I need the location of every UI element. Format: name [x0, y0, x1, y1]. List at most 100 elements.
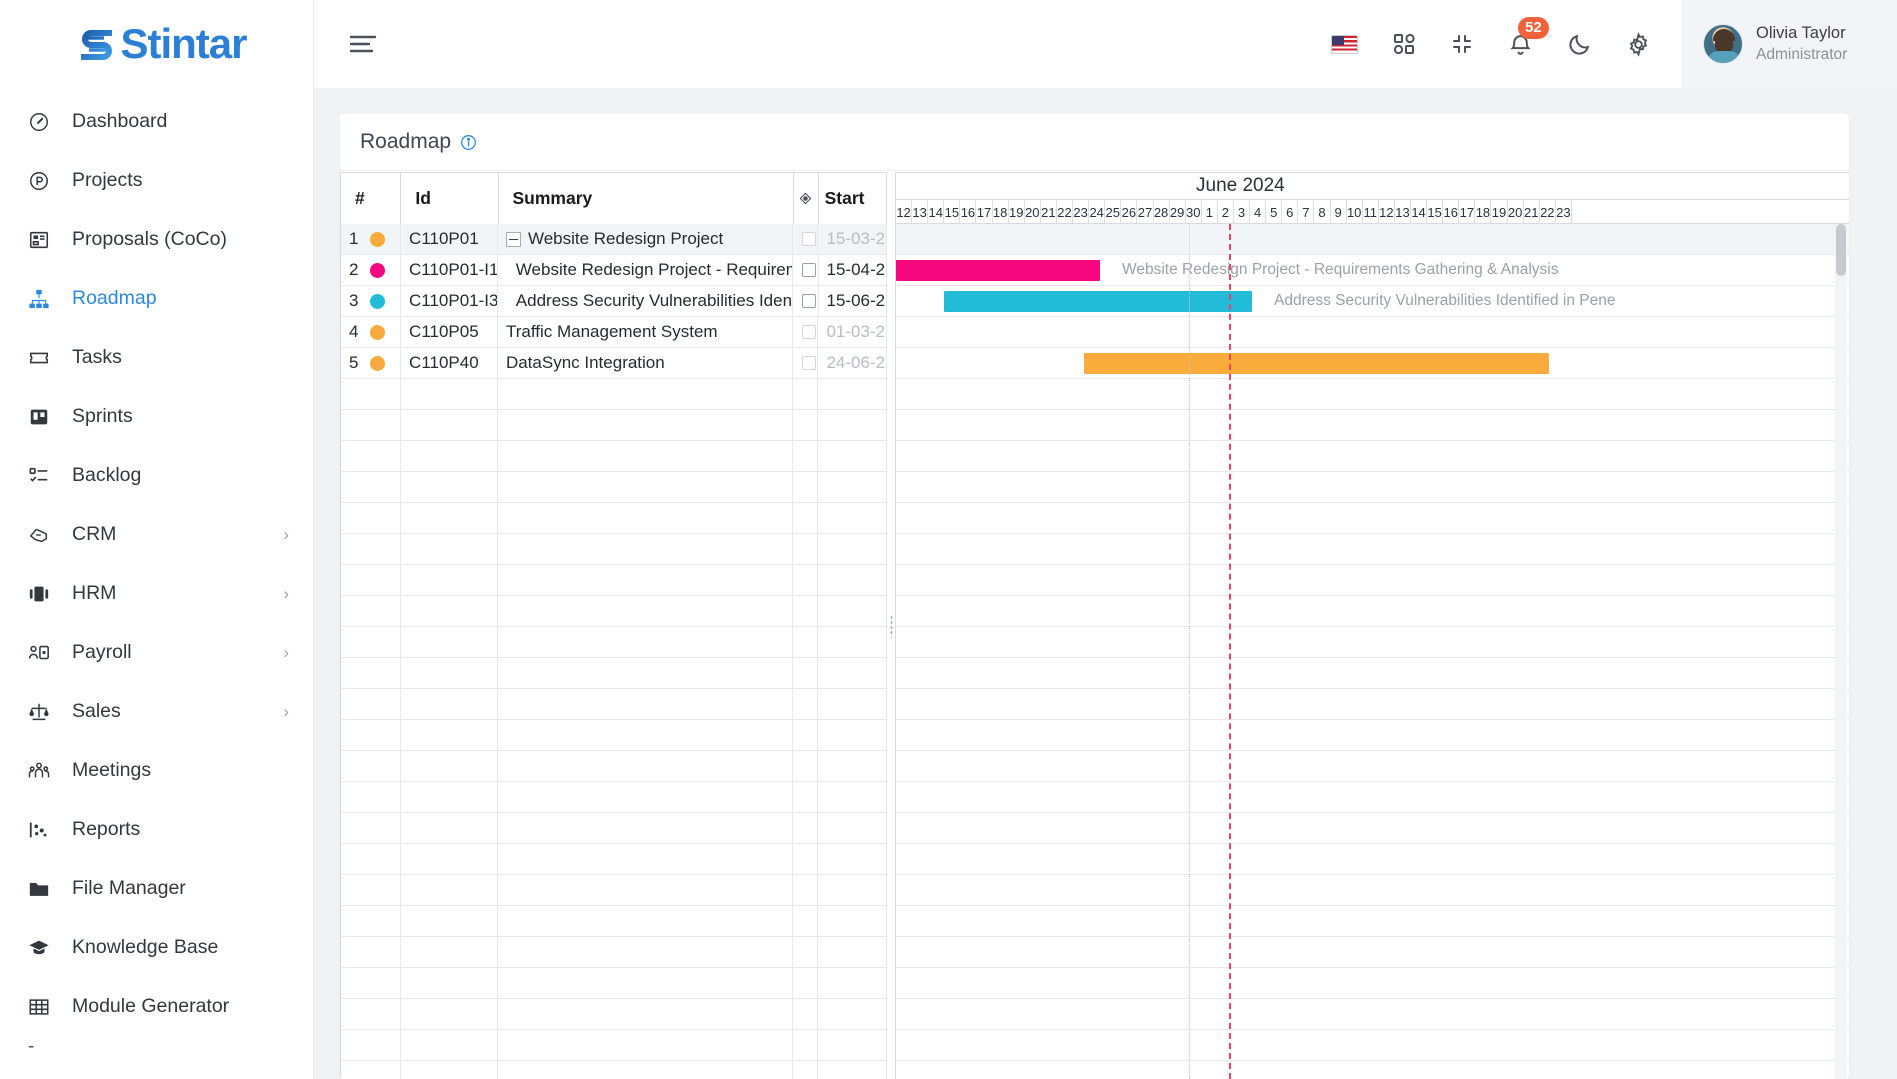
timeline-row-empty: [896, 379, 1849, 410]
info-circle-icon[interactable]: [460, 134, 477, 151]
sidebar-item-module-generator[interactable]: Module Generator: [0, 977, 313, 1036]
sidebar-item-file-manager[interactable]: File Manager: [0, 859, 313, 918]
column-header-id[interactable]: Id: [401, 172, 499, 224]
vertical-scrollbar[interactable]: [1835, 224, 1847, 1079]
grip-dots-icon: [889, 614, 893, 637]
timeline-row-empty: [896, 596, 1849, 627]
timeline-day-cell: 17: [1459, 200, 1476, 224]
sidebar-item-backlog[interactable]: Backlog: [0, 446, 313, 505]
grid-table-icon: [28, 995, 58, 1019]
row-start-cell: 01-03-2: [818, 317, 887, 348]
apps-grid-icon[interactable]: [1392, 32, 1416, 56]
table-row[interactable]: 2 C110P01-I19 Website Redesign Project - R…: [340, 255, 887, 286]
timeline-day-cell: 23: [1073, 200, 1090, 224]
compress-icon[interactable]: [1450, 32, 1474, 56]
table-row-empty: [340, 937, 887, 968]
row-summary-text: DataSync Integration: [505, 353, 665, 372]
sidebar-item-meetings[interactable]: Meetings: [0, 741, 313, 800]
collapse-toggle-icon[interactable]: [505, 231, 521, 247]
timeline-day-cell: 14: [928, 200, 945, 224]
row-number-cell: 4: [340, 317, 402, 348]
roadmap-card: Roadmap # Id Summary Start 1 C110P01 Web…: [340, 114, 1849, 1079]
timeline-day-cell: 26: [1121, 200, 1138, 224]
table-row[interactable]: 4 C110P05 Traffic Management System 01-03-2: [340, 317, 887, 348]
chevron-right-icon[interactable]: ›: [283, 526, 289, 543]
row-number: 5: [349, 353, 359, 372]
timeline-day-cell: 1: [1202, 200, 1218, 224]
column-header-marker[interactable]: [794, 172, 819, 224]
table-row[interactable]: 3 C110P01-I30 Address Security Vulnerabili…: [340, 286, 887, 317]
timeline-day-cell: 12: [896, 200, 913, 224]
avatar: [1703, 24, 1743, 64]
sidebar-item-projects[interactable]: Projects: [0, 151, 313, 210]
row-checkbox[interactable]: [802, 232, 817, 246]
timeline-body: Website Redesign Project - Requirements …: [896, 224, 1849, 1079]
sidebar-item-crm[interactable]: CRM ›: [0, 505, 313, 564]
sidebar-item-label: Payroll: [72, 641, 132, 663]
gantt-bar-label: Website Redesign Project - Requirements …: [1122, 261, 1559, 278]
notifications-button[interactable]: 52: [1508, 16, 1549, 57]
gantt-bar[interactable]: [944, 291, 1252, 312]
language-selector[interactable]: [1331, 34, 1358, 54]
timeline-row-empty: [896, 999, 1849, 1030]
timeline-row-empty: [896, 658, 1849, 689]
row-checkbox[interactable]: [802, 356, 817, 370]
table-row-empty: [340, 782, 887, 813]
sidebar: Stintar Dashboard Projects Proposals (Co…: [0, 0, 314, 1079]
column-header-summary[interactable]: Summary: [498, 172, 794, 224]
user-menu[interactable]: Olivia Taylor Administrator: [1681, 0, 1897, 88]
table-row[interactable]: 5 C110P40 DataSync Integration 24-06-2: [340, 348, 887, 379]
sidebar-item-sales[interactable]: Sales ›: [0, 682, 313, 741]
column-header-num[interactable]: #: [340, 172, 402, 224]
timeline-day-cell: 20: [1025, 200, 1041, 224]
sidebar-item-tasks[interactable]: Tasks: [0, 328, 313, 387]
table-row-empty: [340, 689, 887, 720]
timeline-month-label: June 2024: [1196, 175, 1285, 196]
sidebar-item-knowledge-base[interactable]: Knowledge Base: [0, 918, 313, 977]
sidebar-item-hrm[interactable]: HRM ›: [0, 564, 313, 623]
sidebar-item-payroll[interactable]: Payroll ›: [0, 623, 313, 682]
row-checkbox[interactable]: [802, 294, 817, 308]
gantt-grid-rows: 1 C110P01 Website Redesign Project 15-03-2 2…: [340, 224, 887, 1079]
row-number-cell: 2: [340, 255, 401, 286]
timeline-day-cell: 29: [1170, 200, 1186, 224]
column-header-start[interactable]: Start: [818, 172, 887, 224]
row-summary-cell: Traffic Management System: [497, 317, 794, 348]
row-summary-cell: Address Security Vulnerabilities Identif…: [497, 286, 794, 317]
scrollbar-thumb[interactable]: [1836, 224, 1846, 276]
chevron-right-icon[interactable]: ›: [283, 585, 289, 602]
chevron-right-icon[interactable]: ›: [283, 644, 289, 661]
sidebar-item-roadmap[interactable]: Roadmap: [0, 269, 313, 328]
board-icon: [28, 405, 58, 429]
hamburger-icon[interactable]: [348, 24, 388, 64]
sidebar-item-proposals[interactable]: Proposals (CoCo): [0, 210, 313, 269]
sidebar-item-label: Knowledge Base: [72, 936, 219, 958]
table-row-empty: [340, 875, 887, 906]
row-number-cell: 1: [340, 224, 402, 255]
timeline-day-cell: 18: [1475, 200, 1492, 224]
timeline-row-empty: [896, 627, 1849, 658]
timeline-row-empty: [896, 720, 1849, 751]
chevron-right-icon[interactable]: ›: [283, 703, 289, 720]
moon-icon[interactable]: [1567, 32, 1592, 57]
sidebar-item-reports[interactable]: Reports: [0, 800, 313, 859]
status-dot: [370, 262, 386, 278]
gantt-bar[interactable]: [896, 260, 1100, 281]
sidebar-item-sprints[interactable]: Sprints: [0, 387, 313, 446]
table-row-empty: [340, 596, 887, 627]
timeline-row-empty: [896, 503, 1849, 534]
gantt-bar[interactable]: [1084, 353, 1549, 374]
brand-logo[interactable]: Stintar: [0, 0, 313, 88]
sidebar-item-dashboard[interactable]: Dashboard: [0, 92, 313, 151]
row-checkbox[interactable]: [802, 325, 817, 339]
sidebar-trailing: -: [28, 1036, 35, 1057]
row-checkbox[interactable]: [802, 263, 817, 277]
table-row[interactable]: 1 C110P01 Website Redesign Project 15-03-2: [340, 224, 887, 255]
timeline-day-cell: 6: [1282, 200, 1299, 224]
splitter-handle[interactable]: [887, 172, 896, 1079]
sidebar-item-label: Sprints: [72, 405, 133, 427]
row-start-cell: 15-06-2: [818, 286, 887, 317]
timeline-day-cell: 30: [1186, 200, 1202, 224]
row-id-cell: C110P05: [401, 317, 498, 348]
gear-icon[interactable]: [1626, 31, 1651, 57]
